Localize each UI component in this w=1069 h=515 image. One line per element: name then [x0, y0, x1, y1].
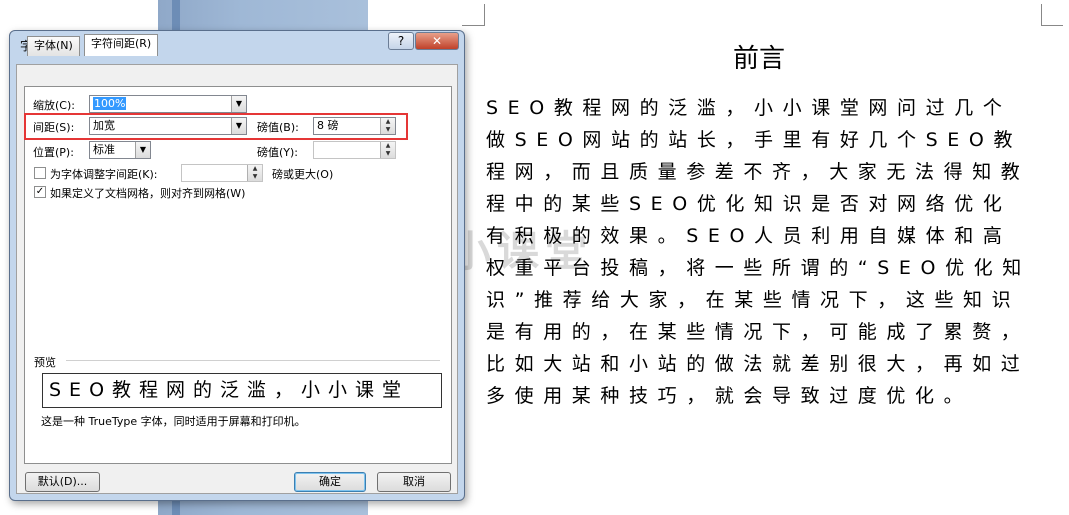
spin-arrows-icon[interactable]: ▲ ▼: [247, 165, 262, 181]
chevron-down-icon[interactable]: ▼: [231, 96, 246, 112]
kerning-suffix: 磅或更大(O): [272, 168, 334, 181]
position-by-input[interactable]: ▲ ▼: [313, 141, 396, 159]
scale-label: 缩放(C):: [33, 99, 75, 112]
kerning-input[interactable]: ▲ ▼: [181, 164, 263, 182]
scale-combo[interactable]: 100% ▼: [89, 95, 247, 113]
crop-mark: [1041, 4, 1042, 26]
scale-value: 100%: [93, 97, 127, 110]
kerning-checkbox[interactable]: [34, 167, 46, 179]
crop-mark: [462, 25, 484, 26]
preview-note: 这是一种 TrueType 字体，同时适用于屏幕和打印机。: [41, 415, 306, 428]
document-body[interactable]: SEO教程网的泛滥，小小课堂网问过几个做SEO网站的站长，手里有好几个SEO教程…: [486, 92, 1034, 412]
spin-arrows-icon[interactable]: ▲ ▼: [380, 142, 395, 158]
cancel-button[interactable]: 取消: [377, 472, 451, 492]
help-button[interactable]: ?: [388, 32, 414, 50]
snap-grid-checkbox[interactable]: ✓: [34, 186, 46, 198]
position-combo[interactable]: 标准 ▼: [89, 141, 151, 159]
preview-divider: [66, 360, 440, 361]
kerning-label: 为字体调整字间距(K):: [50, 168, 158, 181]
spacing-combo[interactable]: 加宽 ▼: [89, 117, 247, 135]
position-by-label: 磅值(Y):: [257, 146, 299, 159]
spacing-by-value: 8 磅: [317, 119, 339, 132]
document-title[interactable]: 前言: [733, 38, 785, 75]
spacing-by-input[interactable]: 8 磅 ▲ ▼: [313, 117, 396, 135]
default-button[interactable]: 默认(D)...: [25, 472, 100, 492]
snap-grid-label: 如果定义了文档网格，则对齐到网格(W): [50, 187, 246, 200]
spacing-label: 间距(S):: [33, 121, 75, 134]
preview-box: SEO教程网的泛滥，小小课堂: [42, 373, 442, 408]
tab-character-spacing[interactable]: 字符间距(R): [84, 34, 159, 56]
chevron-down-icon[interactable]: ▼: [135, 142, 150, 158]
tab-font[interactable]: 字体(N): [27, 36, 80, 56]
close-button[interactable]: ✕: [415, 32, 459, 50]
spacing-value: 加宽: [93, 119, 115, 132]
position-label: 位置(P):: [33, 146, 74, 159]
ok-button[interactable]: 确定: [294, 472, 366, 492]
preview-label: 预览: [34, 356, 56, 369]
chevron-down-icon[interactable]: ▼: [231, 118, 246, 134]
position-value: 标准: [93, 143, 115, 156]
crop-mark: [484, 4, 485, 26]
spin-arrows-icon[interactable]: ▲ ▼: [380, 118, 395, 134]
crop-mark: [1041, 25, 1063, 26]
spacing-by-label: 磅值(B):: [257, 121, 299, 134]
